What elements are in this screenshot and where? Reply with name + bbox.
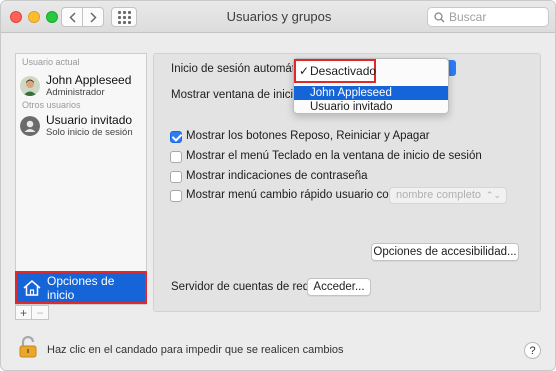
fast-switch-display-select[interactable]: nombre completo ⌃⌄: [389, 187, 507, 204]
house-icon: [23, 279, 41, 296]
user-list-item-guest[interactable]: Usuario invitado Solo inicio de sesión: [20, 110, 144, 142]
network-server-label: Servidor de cuentas de red:: [171, 281, 313, 293]
title-bar: Usuarios y grupos Buscar: [1, 1, 555, 33]
checkbox-label: Mostrar el menú Teclado en la ventana de…: [186, 150, 482, 162]
user-role: Administrador: [46, 87, 105, 98]
checkmark-icon: ✓: [299, 64, 310, 78]
checkbox-label: Mostrar menú cambio rápido usuario como: [186, 189, 405, 201]
checkbox-label: Mostrar los botones Reposo, Reiniciar y …: [186, 130, 430, 142]
join-button[interactable]: Acceder...: [307, 278, 371, 296]
add-user-button[interactable]: +: [15, 305, 32, 320]
checkbox-fast-user-switching[interactable]: [170, 190, 182, 202]
checkbox-label: Mostrar indicaciones de contraseña: [186, 170, 368, 182]
checkbox-input-menu[interactable]: [170, 151, 182, 163]
auto-login-label: Inicio de sesión automático:: [171, 63, 313, 75]
search-placeholder: Buscar: [449, 10, 487, 24]
lock-icon[interactable]: [18, 335, 38, 361]
user-name: John Appleseed: [46, 73, 132, 87]
help-button[interactable]: ?: [524, 342, 541, 359]
auto-login-menu: ✓ Desactivado John Appleseed Usuario inv…: [293, 58, 449, 114]
checkbox-sleep-restart-shutdown[interactable]: [170, 131, 182, 143]
checkbox-password-hints[interactable]: [170, 171, 182, 183]
guest-avatar-icon: [20, 116, 40, 136]
menu-item-off[interactable]: ✓ Desactivado: [294, 59, 376, 83]
accessibility-options-button[interactable]: Opciones de accesibilidad...: [371, 243, 519, 261]
updown-chevron-icon: ⌃⌄: [485, 190, 501, 200]
add-remove-controls: + −: [15, 305, 49, 320]
user-list: Usuario actual John Appleseed Administra…: [15, 53, 147, 305]
search-icon: [434, 11, 445, 22]
menu-item-john[interactable]: John Appleseed: [294, 86, 448, 100]
remove-user-button[interactable]: −: [32, 305, 49, 320]
login-options-item[interactable]: Opciones de inicio: [15, 271, 147, 304]
user-role: Solo inicio de sesión: [46, 127, 133, 138]
current-user-section-label: Usuario actual: [22, 57, 80, 67]
lock-status-text: Haz clic en el candado para impedir que …: [47, 344, 344, 356]
menu-item-guest[interactable]: Usuario invitado: [294, 100, 448, 114]
other-users-section-label: Otros usuarios: [22, 100, 81, 110]
user-list-item-john[interactable]: John Appleseed Administrador: [20, 70, 144, 102]
fast-switch-value: nombre completo: [396, 189, 481, 201]
search-field[interactable]: Buscar: [427, 7, 549, 27]
menu-item-label: Desactivado: [310, 64, 377, 78]
window: Usuarios y grupos Buscar Usuario actual …: [0, 0, 556, 371]
user-name: Usuario invitado: [46, 113, 133, 127]
login-options-label: Opciones de inicio: [46, 273, 115, 302]
avatar: [20, 76, 40, 96]
